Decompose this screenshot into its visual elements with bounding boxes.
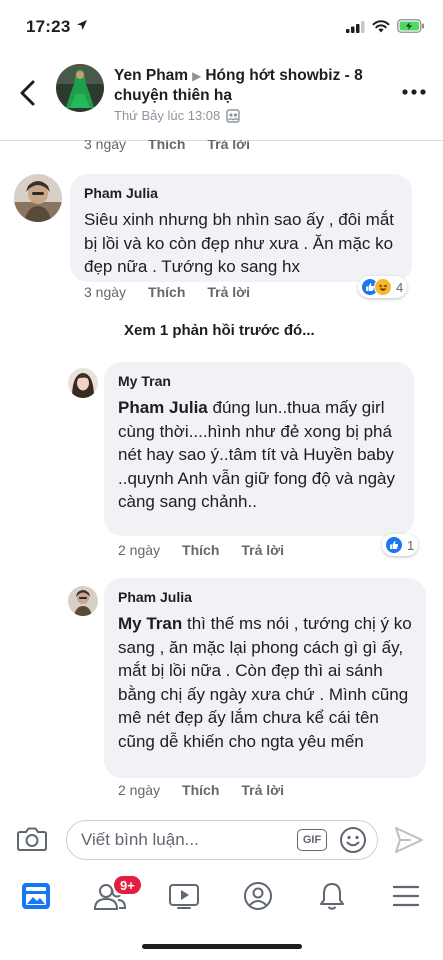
like-link[interactable]: Thích: [148, 284, 185, 300]
author-avatar[interactable]: [56, 64, 104, 112]
reaction-count: 4: [396, 279, 404, 295]
wifi-icon: [372, 20, 390, 33]
cellular-signal-icon: [346, 21, 365, 33]
post-title[interactable]: Yen Pham ▶ Hóng hớt showbiz - 8 chuyện thi…: [114, 66, 384, 106]
watch-video-icon: [169, 884, 199, 909]
bell-icon: [320, 883, 344, 910]
reply-bubble[interactable]: Pham Julia My Tran thì thế ms nói , tướn…: [104, 578, 426, 778]
news-feed-icon: [22, 883, 50, 909]
bottom-tab-bar: 9+: [0, 868, 443, 924]
tab-menu[interactable]: [388, 878, 424, 914]
status-time: 17:23: [26, 17, 71, 36]
tab-news-feed[interactable]: [18, 878, 54, 914]
reply-link[interactable]: Trả lời: [207, 284, 250, 300]
status-bar: 17:23: [0, 0, 443, 52]
comment-meta-row: 3 ngày Thích Trả lời: [84, 140, 250, 152]
reply-meta-row: 2 ngày Thích Trả lời: [118, 782, 284, 798]
comment-meta-row: 3 ngày Thích Trả lời: [84, 284, 250, 300]
comment-composer: GIF: [0, 812, 443, 868]
reply-link[interactable]: Trả lời: [207, 140, 250, 152]
reply-author[interactable]: My Tran: [118, 372, 400, 390]
reaction-summary[interactable]: 1: [382, 534, 419, 556]
commenter-avatar[interactable]: [68, 368, 98, 398]
comment-input-box[interactable]: GIF: [66, 820, 378, 860]
post-header: Yen Pham ▶ Hóng hớt showbiz - 8 chuyện thi…: [0, 52, 443, 140]
back-arrow-icon[interactable]: [16, 78, 40, 108]
commenter-avatar[interactable]: [68, 586, 98, 616]
view-previous-replies-link[interactable]: Xem 1 phản hồi trước đó...: [124, 322, 315, 339]
reply-time: 2 ngày: [118, 542, 161, 558]
comments-feed[interactable]: 3 ngày Thích Trả lời Pham Julia Siêu xin…: [0, 140, 443, 812]
comment-time: 3 ngày: [84, 140, 127, 152]
mention-link[interactable]: Pham Julia: [118, 398, 208, 417]
arrow-right-icon: ▶: [192, 69, 202, 83]
reply-bubble[interactable]: My Tran Pham Julia đúng lun..thua mấy gi…: [104, 362, 414, 536]
profile-icon: [244, 882, 272, 910]
commenter-avatar[interactable]: [14, 174, 62, 222]
hamburger-menu-icon: [392, 885, 420, 907]
emoji-icon[interactable]: [339, 826, 367, 854]
home-indicator[interactable]: [142, 944, 302, 949]
mention-link[interactable]: My Tran: [118, 614, 182, 633]
like-link[interactable]: Thích: [182, 542, 219, 558]
reply-link[interactable]: Trả lời: [241, 542, 284, 558]
post-timestamp: Thứ Bảy lúc 13:08: [114, 108, 221, 123]
friends-notification-badge: 9+: [112, 874, 143, 896]
camera-icon[interactable]: [17, 826, 47, 852]
send-icon[interactable]: [394, 826, 424, 854]
location-arrow-icon: [77, 20, 87, 30]
reaction-summary[interactable]: 4: [358, 276, 408, 298]
author-name[interactable]: Yen Pham: [114, 67, 188, 84]
like-link[interactable]: Thích: [148, 140, 185, 152]
battery-charging-icon: [397, 19, 424, 33]
tab-watch[interactable]: [166, 878, 202, 914]
more-options-icon[interactable]: [402, 88, 426, 96]
reply-body: thì thế ms nói , tướng chị ý ko sang , ă…: [118, 614, 412, 751]
post-timestamp-row: Thứ Bảy lúc 13:08: [114, 108, 240, 123]
reply-link[interactable]: Trả lời: [241, 782, 284, 798]
reply-text: My Tran thì thế ms nói , tướng chị ý ko …: [118, 612, 412, 753]
tab-profile[interactable]: [240, 878, 276, 914]
comment-input[interactable]: [81, 830, 291, 850]
comment-time: 3 ngày: [84, 284, 127, 300]
reply-time: 2 ngày: [118, 782, 161, 798]
reaction-count: 1: [407, 537, 415, 553]
tab-notifications[interactable]: [314, 878, 350, 914]
reply-meta-row: 2 ngày Thích Trả lời: [118, 542, 284, 558]
group-privacy-icon: [226, 108, 240, 123]
gif-button[interactable]: GIF: [297, 829, 327, 851]
comment-bubble[interactable]: Pham Julia Siêu xinh nhưng bh nhìn sao ấ…: [70, 174, 412, 282]
comment-author[interactable]: Pham Julia: [84, 184, 398, 202]
reply-text: Pham Julia đúng lun..thua mấy girl cùng …: [118, 396, 400, 514]
like-reaction-icon: [385, 536, 403, 554]
comment-text: Siêu xinh nhưng bh nhìn sao ấy , đôi mắt…: [84, 210, 395, 276]
reply-author[interactable]: Pham Julia: [118, 588, 412, 606]
haha-reaction-icon: [374, 278, 392, 296]
like-link[interactable]: Thích: [182, 782, 219, 798]
